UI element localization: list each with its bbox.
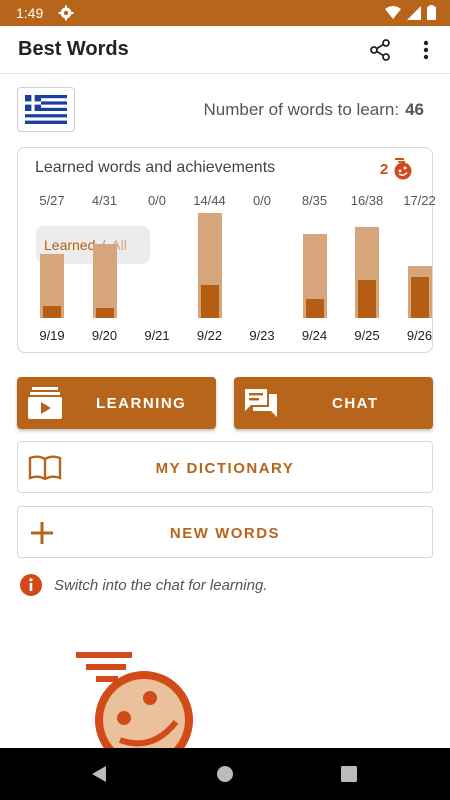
home-icon[interactable]: [216, 764, 234, 784]
chart-ratio-label: 14/44: [193, 193, 226, 208]
chart-bar-learned: [410, 277, 429, 318]
app-bar: Best Words: [0, 26, 450, 74]
chart-bar-learned: [305, 298, 324, 318]
share-icon[interactable]: [368, 38, 392, 66]
new-words-label: NEW WORDS: [169, 525, 281, 542]
settings-gear-icon: [58, 5, 74, 25]
chat-icon: [245, 387, 277, 423]
mascot-smiley-icon: [72, 648, 202, 769]
chat-button[interactable]: CHAT: [234, 377, 433, 429]
chart-ratio-label: 0/0: [252, 193, 272, 208]
chart-bar-learned: [200, 284, 219, 318]
words-to-learn-count: 46: [405, 100, 424, 119]
system-navigation-bar: [0, 748, 450, 800]
info-text: Switch into the chat for learning.: [54, 576, 268, 594]
chart-ratio-label: 16/38: [350, 193, 384, 208]
my-dictionary-label: MY DICTIONARY: [155, 460, 295, 477]
words-to-learn: Number of words to learn: 46: [203, 100, 424, 120]
chart-ratio-label: 0/0: [147, 193, 167, 208]
more-options-icon[interactable]: [418, 38, 434, 66]
smiley-achievement-icon: [394, 158, 412, 180]
chart-ratio-label: 4/31: [91, 193, 118, 208]
card-title: Learned words and achievements: [35, 159, 276, 176]
chart-bar-all: [92, 244, 117, 318]
status-bar: 1:49: [0, 0, 450, 26]
learning-button[interactable]: LEARNING: [17, 377, 216, 429]
my-dictionary-button[interactable]: MY DICTIONARY: [17, 441, 433, 493]
chart-date-label: 9/24: [301, 328, 328, 343]
greece-flag-icon: [25, 95, 67, 124]
chart-bar-learned: [43, 306, 61, 318]
learning-button-label: LEARNING: [96, 395, 187, 412]
learned-words-card[interactable]: Learned words and achievements 2 Learned…: [17, 147, 436, 353]
chart-bar-learned: [358, 279, 376, 318]
chart-date-label: 9/26: [406, 328, 433, 343]
achievements-badge[interactable]: 2: [380, 158, 412, 180]
words-to-learn-label: Number of words to learn:: [203, 100, 400, 119]
status-time: 1:49: [16, 5, 44, 21]
chart-ratio-label: 5/27: [39, 193, 65, 208]
chart-date-label: 9/23: [249, 328, 275, 343]
chart-bar-learned: [95, 308, 114, 318]
legend-learned: Learned: [44, 237, 96, 253]
recents-icon[interactable]: [340, 764, 358, 784]
info-icon: [20, 574, 42, 596]
battery-icon: [427, 5, 436, 20]
chart-date-label: 9/20: [91, 328, 118, 343]
chart-date-label: 9/22: [196, 328, 223, 343]
wifi-icon: [385, 5, 401, 19]
chart-date-label: 9/21: [144, 328, 170, 343]
signal-icon: [407, 5, 421, 20]
chart-date-label: 9/25: [354, 328, 380, 343]
language-flag-button[interactable]: [17, 87, 75, 132]
chart-ratio-label: 17/22: [403, 193, 436, 208]
learning-icon: [28, 387, 62, 423]
chart-ratio-label: 8/35: [301, 193, 328, 208]
chart-date-label: 9/19: [39, 328, 65, 343]
chat-button-label: CHAT: [332, 395, 379, 412]
info-hint: Switch into the chat for learning.: [20, 574, 267, 596]
app-title: Best Words: [18, 38, 129, 60]
back-icon[interactable]: [90, 764, 108, 784]
achievements-count: 2: [380, 160, 389, 178]
new-words-button[interactable]: NEW WORDS: [17, 506, 433, 558]
